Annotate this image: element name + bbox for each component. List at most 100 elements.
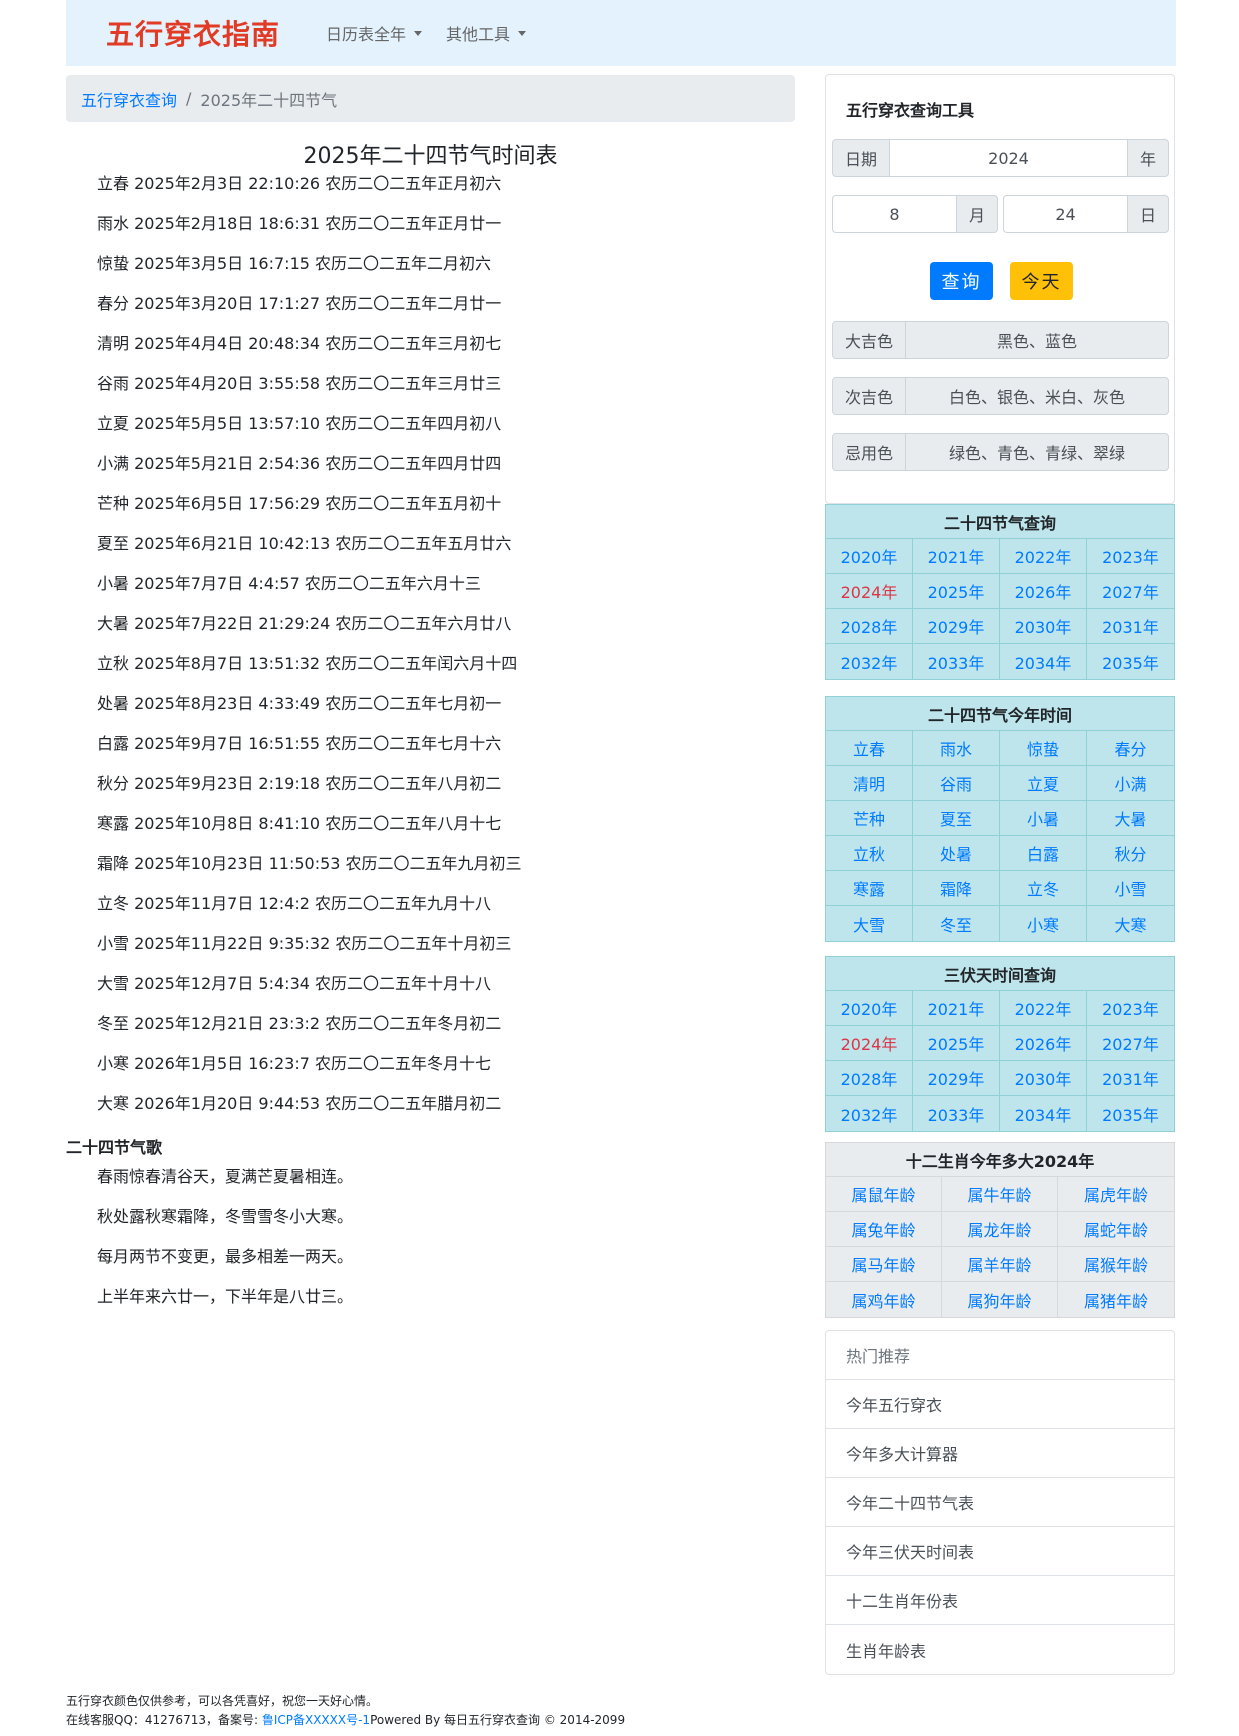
grid-link[interactable]: 属虎年龄 xyxy=(1058,1177,1174,1212)
grid-link[interactable]: 春分 xyxy=(1087,731,1174,766)
grid-link[interactable]: 小寒 xyxy=(1000,906,1087,941)
grid-link[interactable]: 属牛年龄 xyxy=(942,1177,1058,1212)
hot-list-item[interactable]: 今年三伏天时间表 xyxy=(826,1527,1174,1576)
chevron-down-icon xyxy=(518,30,527,36)
grid-link[interactable]: 小暑 xyxy=(1000,801,1087,836)
grid-link[interactable]: 2025年 xyxy=(913,1026,1000,1061)
grid-link[interactable]: 2028年 xyxy=(826,609,913,644)
grid-link[interactable]: 清明 xyxy=(826,766,913,801)
grid-link[interactable]: 2035年 xyxy=(1087,644,1174,679)
grid-link[interactable]: 属猴年龄 xyxy=(1058,1247,1174,1282)
grid-link[interactable]: 2022年 xyxy=(1000,539,1087,574)
month-input[interactable]: 8 xyxy=(832,195,956,233)
grid-link[interactable]: 2030年 xyxy=(1000,1061,1087,1096)
grid-link[interactable]: 2020年 xyxy=(826,991,913,1026)
solar-term-row: 立春 2025年2月3日 22:10:26 农历二〇二五年正月初六 xyxy=(97,174,502,193)
grid-link[interactable]: 2021年 xyxy=(913,539,1000,574)
grid-link[interactable]: 2026年 xyxy=(1000,1026,1087,1061)
grid-link[interactable]: 2023年 xyxy=(1087,991,1174,1026)
grid-link[interactable]: 处暑 xyxy=(913,836,1000,871)
grid-link[interactable]: 2029年 xyxy=(913,1061,1000,1096)
grid-link[interactable]: 大暑 xyxy=(1087,801,1174,836)
grid-link[interactable]: 2032年 xyxy=(826,1096,913,1131)
grid-link[interactable]: 大雪 xyxy=(826,906,913,941)
query-button[interactable]: 查询 xyxy=(930,262,993,300)
footer-powered: Powered By 每日五行穿衣查询 © 2014-2099 xyxy=(370,1713,626,1727)
grid-link[interactable]: 立秋 xyxy=(826,836,913,871)
grid-link[interactable]: 秋分 xyxy=(1087,836,1174,871)
site-logo[interactable]: 五行穿衣指南 xyxy=(106,13,320,53)
grid-link[interactable]: 2033年 xyxy=(913,644,1000,679)
grid-link[interactable]: 2031年 xyxy=(1087,609,1174,644)
grid-link[interactable]: 2025年 xyxy=(913,574,1000,609)
grid-link[interactable]: 2034年 xyxy=(1000,644,1087,679)
grid-link[interactable]: 大寒 xyxy=(1087,906,1174,941)
breadcrumb: 五行穿衣查询 / 2025年二十四节气 xyxy=(66,75,795,122)
grid-link[interactable]: 夏至 xyxy=(913,801,1000,836)
grid-link[interactable]: 小雪 xyxy=(1087,871,1174,906)
grid-link[interactable]: 2020年 xyxy=(826,539,913,574)
grid-link[interactable]: 谷雨 xyxy=(913,766,1000,801)
zodiac-age-panel: 十二生肖今年多大2024年 属鼠年龄 属牛年龄 属虎年龄 属兔年龄 属龙年龄 属蛇年龄 属马… xyxy=(825,1142,1175,1318)
grid-link[interactable]: 属羊年龄 xyxy=(942,1247,1058,1282)
hot-list-item[interactable]: 今年多大计算器 xyxy=(826,1429,1174,1478)
grid-link[interactable]: 2023年 xyxy=(1087,539,1174,574)
grid-link[interactable]: 2027年 xyxy=(1087,1026,1174,1061)
panel-title: 三伏天时间查询 xyxy=(826,957,1174,991)
grid-link[interactable]: 2027年 xyxy=(1087,574,1174,609)
grid-link[interactable]: 惊蛰 xyxy=(1000,731,1087,766)
grid-link[interactable]: 2034年 xyxy=(1000,1096,1087,1131)
solar-term-row: 夏至 2025年6月21日 10:42:13 农历二〇二五年五月廿六 xyxy=(97,534,512,553)
grid-link[interactable]: 2032年 xyxy=(826,644,913,679)
sanfu-year-panel: 三伏天时间查询 2020年 2021年 2022年 2023年 2024年 2025年 20… xyxy=(825,956,1175,1132)
grid-link[interactable]: 2021年 xyxy=(913,991,1000,1026)
grid-link[interactable]: 立春 xyxy=(826,731,913,766)
grid-link[interactable]: 属狗年龄 xyxy=(942,1282,1058,1317)
hot-list-item[interactable]: 今年二十四节气表 xyxy=(826,1478,1174,1527)
icp-link[interactable]: 鲁ICP备XXXXX号-1 xyxy=(262,1713,370,1727)
month-suffix: 月 xyxy=(956,195,998,233)
solar-term-row: 清明 2025年4月4日 20:48:34 农历二〇二五年三月初七 xyxy=(97,334,502,353)
grid-link[interactable]: 2029年 xyxy=(913,609,1000,644)
grid-link[interactable]: 芒种 xyxy=(826,801,913,836)
solar-terms-list: 立春 2025年2月3日 22:10:26 农历二〇二五年正月初六 雨水 2025… xyxy=(97,172,797,1132)
hot-list-item[interactable]: 十二生肖年份表 xyxy=(826,1576,1174,1625)
grid-link[interactable]: 2026年 xyxy=(1000,574,1087,609)
grid-link[interactable]: 霜降 xyxy=(913,871,1000,906)
grid-link[interactable]: 2033年 xyxy=(913,1096,1000,1131)
nav-dropdown-calendar[interactable]: 日历表全年 xyxy=(326,21,423,45)
grid-link[interactable]: 属马年龄 xyxy=(826,1247,942,1282)
grid-link[interactable]: 寒露 xyxy=(826,871,913,906)
grid-link[interactable]: 属龙年龄 xyxy=(942,1212,1058,1247)
avoid-color-label: 忌用色 xyxy=(832,433,906,471)
grid-link[interactable]: 小满 xyxy=(1087,766,1174,801)
grid-link[interactable]: 2028年 xyxy=(826,1061,913,1096)
footer-qq: 在线客服QQ：41276713，备案号: xyxy=(66,1713,262,1727)
day-input[interactable]: 24 xyxy=(1003,195,1127,233)
panel-title: 二十四节气今年时间 xyxy=(826,697,1174,731)
grid-link[interactable]: 2035年 xyxy=(1087,1096,1174,1131)
grid-link[interactable]: 属鸡年龄 xyxy=(826,1282,942,1317)
grid-link[interactable]: 雨水 xyxy=(913,731,1000,766)
grid-link[interactable]: 立冬 xyxy=(1000,871,1087,906)
grid-link[interactable]: 属蛇年龄 xyxy=(1058,1212,1174,1247)
grid-link[interactable]: 属鼠年龄 xyxy=(826,1177,942,1212)
grid-link[interactable]: 2022年 xyxy=(1000,991,1087,1026)
grid-link[interactable]: 属兔年龄 xyxy=(826,1212,942,1247)
year-input[interactable]: 2024 xyxy=(890,139,1127,177)
breadcrumb-home-link[interactable]: 五行穿衣查询 xyxy=(81,87,177,111)
nav-dropdown-tools[interactable]: 其他工具 xyxy=(446,21,527,45)
grid-link[interactable]: 冬至 xyxy=(913,906,1000,941)
grid-link[interactable]: 2030年 xyxy=(1000,609,1087,644)
grid-link[interactable]: 白露 xyxy=(1000,836,1087,871)
lucky-color-label: 大吉色 xyxy=(832,321,906,359)
grid-link[interactable]: 立夏 xyxy=(1000,766,1087,801)
grid-link[interactable]: 2031年 xyxy=(1087,1061,1174,1096)
hot-list-item[interactable]: 今年五行穿衣 xyxy=(826,1380,1174,1429)
grid-link[interactable]: 2024年 xyxy=(826,574,913,609)
today-button[interactable]: 今天 xyxy=(1010,262,1073,300)
grid-link[interactable]: 属猪年龄 xyxy=(1058,1282,1174,1317)
grid-link[interactable]: 2024年 xyxy=(826,1026,913,1061)
hot-list-item[interactable]: 生肖年龄表 xyxy=(826,1625,1174,1674)
solar-term-row: 冬至 2025年12月21日 23:3:2 农历二〇二五年冬月初二 xyxy=(97,1014,502,1033)
